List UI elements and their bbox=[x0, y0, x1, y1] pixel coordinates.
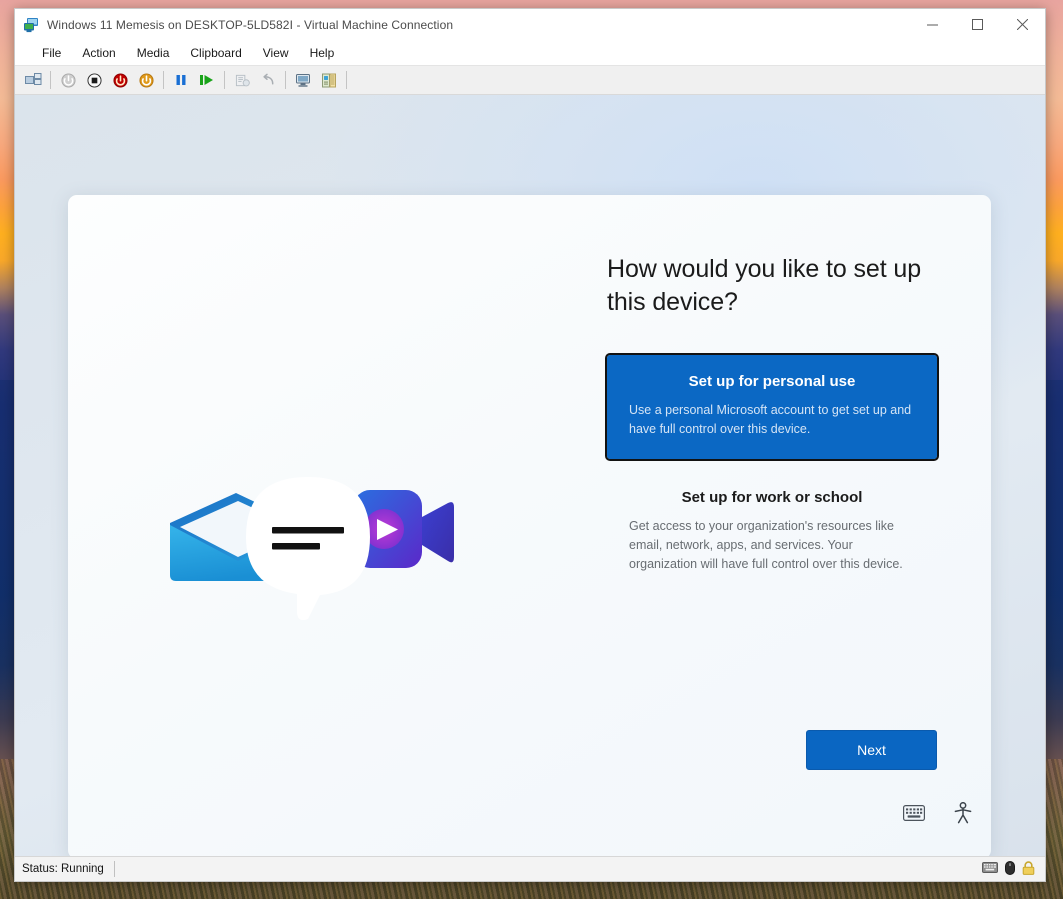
toolbar bbox=[15, 65, 1045, 95]
oobe-content: How would you like to set up this device… bbox=[605, 253, 939, 610]
reset-icon[interactable] bbox=[195, 68, 219, 92]
menu-item-media[interactable]: Media bbox=[128, 43, 179, 63]
ctrl-alt-delete-icon[interactable] bbox=[21, 68, 45, 92]
option-personal-use[interactable]: Set up for personal use Use a personal M… bbox=[605, 353, 939, 461]
mail-chat-video-illustration bbox=[158, 465, 458, 640]
speech-bubble-icon bbox=[246, 477, 370, 621]
status-bar: Status: Running bbox=[15, 856, 1045, 881]
next-button[interactable]: Next bbox=[806, 730, 937, 770]
page-title: How would you like to set up this device… bbox=[607, 255, 922, 316]
minimize-button[interactable] bbox=[910, 9, 955, 40]
status-icons bbox=[982, 860, 1045, 878]
menu-item-clipboard[interactable]: Clipboard bbox=[181, 43, 250, 63]
oobe-corner-icons bbox=[903, 801, 973, 829]
toolbar-separator bbox=[50, 71, 51, 89]
toolbar-separator bbox=[163, 71, 164, 89]
menu-item-view[interactable]: View bbox=[254, 43, 298, 63]
option-work-or-school[interactable]: Set up for work or school Get access to … bbox=[607, 475, 937, 594]
close-button[interactable] bbox=[1000, 9, 1045, 40]
mouse-icon bbox=[1005, 860, 1015, 878]
option-personal-use-title: Set up for personal use bbox=[688, 373, 856, 390]
pause-icon[interactable] bbox=[169, 68, 193, 92]
enhanced-session-icon[interactable] bbox=[291, 68, 315, 92]
next-button-row: Next bbox=[607, 730, 937, 770]
turn-off-icon[interactable] bbox=[108, 68, 132, 92]
shut-down-icon[interactable] bbox=[134, 68, 158, 92]
toolbar-separator bbox=[346, 71, 347, 89]
toolbar-separator bbox=[285, 71, 286, 89]
menu-item-file[interactable]: File bbox=[33, 43, 70, 63]
accessibility-icon[interactable] bbox=[953, 801, 973, 829]
touch-keyboard-icon[interactable] bbox=[903, 805, 925, 826]
option-work-or-school-title: Set up for work or school bbox=[681, 489, 863, 506]
settings-icon[interactable] bbox=[317, 68, 341, 92]
maximize-button[interactable] bbox=[955, 9, 1000, 40]
checkpoint-icon[interactable] bbox=[230, 68, 254, 92]
keyboard-icon bbox=[982, 862, 998, 876]
menu-bar: File Action Media Clipboard View Help bbox=[15, 41, 1045, 65]
status-separator bbox=[113, 861, 115, 877]
save-icon[interactable] bbox=[82, 68, 106, 92]
virtual-machine-icon bbox=[23, 17, 39, 33]
menu-item-action[interactable]: Action bbox=[73, 43, 124, 63]
virtual-machine-connection-window: Windows 11 Memesis on DESKTOP-5LD582I - … bbox=[14, 8, 1046, 882]
window-title: Windows 11 Memesis on DESKTOP-5LD582I - … bbox=[47, 17, 454, 32]
revert-icon[interactable] bbox=[256, 68, 280, 92]
menu-item-help[interactable]: Help bbox=[301, 43, 344, 63]
toolbar-separator bbox=[224, 71, 225, 89]
option-work-or-school-description: Get access to your organization's resour… bbox=[629, 519, 903, 571]
start-icon[interactable] bbox=[56, 68, 80, 92]
lock-icon bbox=[1022, 860, 1035, 878]
window-controls bbox=[910, 9, 1045, 40]
status-text: Status: Running bbox=[22, 863, 104, 875]
option-personal-use-description: Use a personal Microsoft account to get … bbox=[629, 403, 912, 436]
title-bar[interactable]: Windows 11 Memesis on DESKTOP-5LD582I - … bbox=[15, 9, 1045, 41]
vm-screen[interactable]: How would you like to set up this device… bbox=[15, 95, 1045, 856]
oobe-panel: How would you like to set up this device… bbox=[68, 195, 991, 856]
